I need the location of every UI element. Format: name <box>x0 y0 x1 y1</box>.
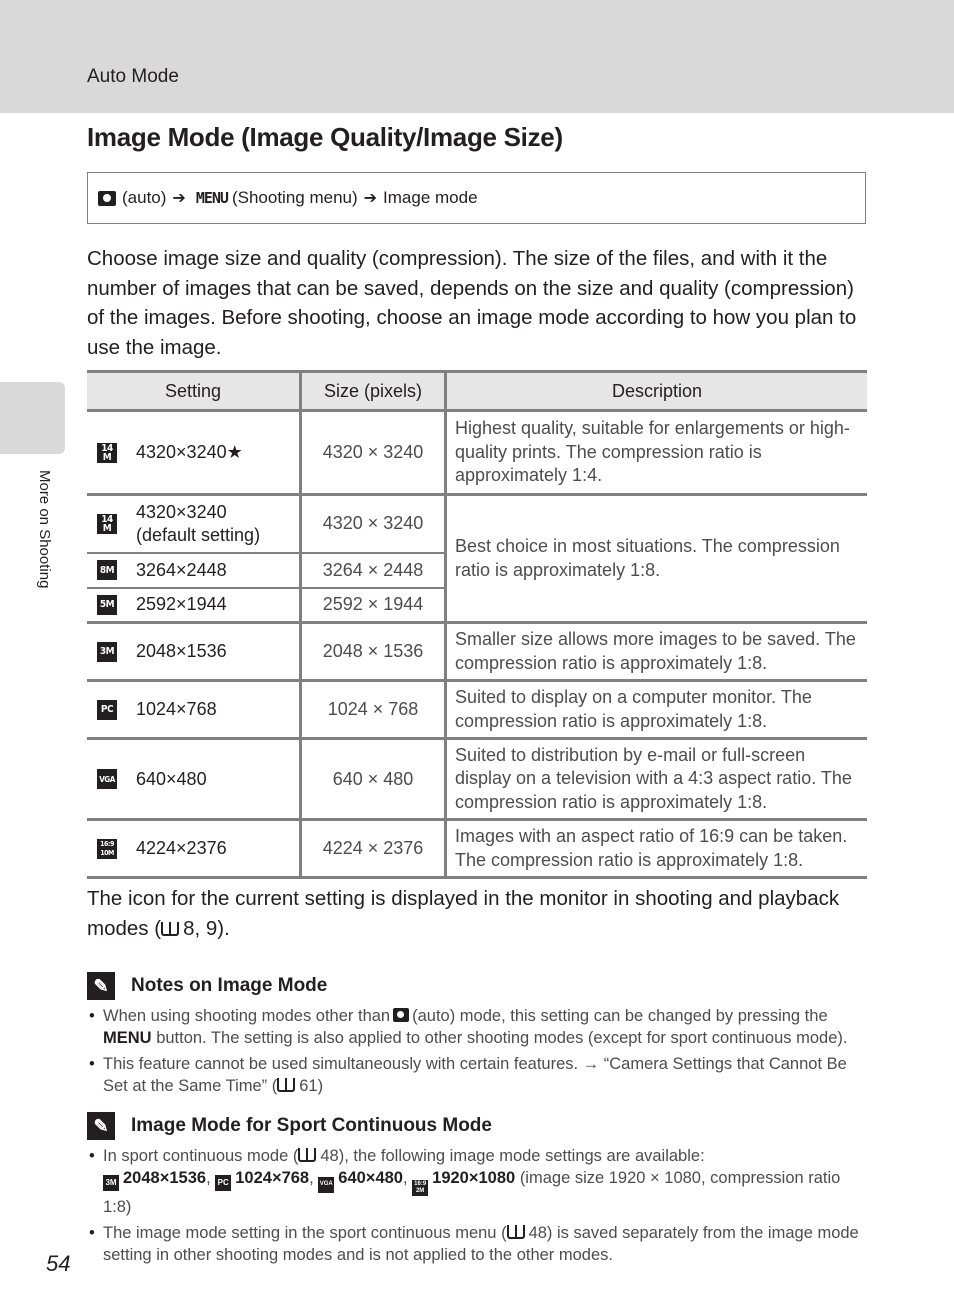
header-band: Auto Mode <box>0 0 954 113</box>
mode-8m-icon: 8M <box>97 560 117 580</box>
pencil-icon: ✎ <box>87 1112 115 1140</box>
size-cell: 1024 × 768 <box>299 680 446 740</box>
menu-path-shooting-menu: (Shooting menu) <box>231 188 358 207</box>
list-item: In sport continuous mode (48), the follo… <box>89 1145 872 1218</box>
list-item: When using shooting modes other than(aut… <box>89 1005 872 1049</box>
pencil-icon: ✎ <box>87 972 115 1000</box>
side-tab <box>0 382 65 454</box>
table-row: 14 M 4320×3240★ 4320 × 3240 Highest qualit… <box>87 410 867 496</box>
menu-button-icon: MENU <box>103 1029 152 1047</box>
mode-3m-icon: 3M <box>97 641 117 662</box>
description-cell: Best choice in most situations. The comp… <box>444 494 867 624</box>
notes-on-image-mode: ✎ Notes on Image Mode When using shooting… <box>87 971 872 1101</box>
setting-label: 640×480 <box>136 768 207 789</box>
camera-icon <box>393 1008 410 1022</box>
description-cell: Images with an aspect ratio of 16:9 can … <box>444 819 867 879</box>
size-cell: 2048 × 1536 <box>299 622 446 682</box>
setting-label: 2592×1944 <box>136 594 227 615</box>
mode-pc-icon: PC <box>215 1174 232 1191</box>
size-cell: 4320 × 3240 <box>299 410 446 496</box>
image-mode-table: Setting Size (pixels) Description 14 M 432… <box>87 370 867 879</box>
list-item: The image mode setting in the sport cont… <box>89 1222 872 1266</box>
menu-path: (auto) ➔ MENU (Shooting menu) ➔ Image mo… <box>87 172 866 224</box>
mode-16x9-10m-icon: 16:9 10M <box>97 838 117 859</box>
header-size: Size (pixels) <box>299 370 446 412</box>
description-cell: Highest quality, suitable for enlargemen… <box>444 410 867 496</box>
header-description: Description <box>444 370 867 412</box>
mode-vga-icon: VGA <box>97 769 117 789</box>
icon-display-note: The icon for the current setting is disp… <box>87 887 840 940</box>
page-reference-link[interactable]: 61) <box>299 1077 323 1095</box>
page-number: 54 <box>46 1251 71 1276</box>
book-reference-icon <box>298 1148 317 1162</box>
book-reference-icon <box>161 922 180 936</box>
note-title: Image Mode for Sport Continuous Mode <box>131 1115 492 1136</box>
setting-label: 1024×768 <box>136 699 217 719</box>
mode-5m-icon: 5M <box>97 594 117 615</box>
mode-3m-icon: 3M <box>103 1174 119 1191</box>
menu-path-auto: (auto) <box>122 188 167 207</box>
camera-icon <box>98 190 116 206</box>
arrow-icon: ➔ <box>363 190 378 207</box>
list-item: This feature cannot be used simultaneous… <box>89 1053 872 1097</box>
setting-label: 3264×2448 <box>136 559 227 580</box>
side-tab-label: More on Shooting <box>36 470 53 589</box>
sport-continuous-note: ✎ Image Mode for Sport Continuous Mode In… <box>87 1111 872 1270</box>
mode-vga-icon: VGA <box>318 1176 335 1193</box>
size-cell: 3264 × 2448 <box>299 552 446 589</box>
arrow-icon: ➔ <box>172 190 186 207</box>
description-cell: Suited to display on a computer monitor.… <box>444 680 867 740</box>
page-reference-link[interactable]: 48), the following image mode settings a… <box>320 1147 704 1165</box>
setting-label: 2048×1536 <box>136 641 227 661</box>
page-title: Image Mode (Image Quality/Image Size) <box>87 122 563 152</box>
book-reference-icon <box>506 1225 525 1239</box>
page-reference-link[interactable]: 8, 9). <box>183 917 230 940</box>
table-row: 14 M 4320×3240 (default setting) 4320 × 324… <box>87 494 867 624</box>
size-cell: 4320 × 3240 <box>299 494 446 554</box>
size-cell: 2592 × 1944 <box>299 587 446 624</box>
mode-pc-icon: PC <box>97 699 117 720</box>
size-cell: 4224 × 2376 <box>299 819 446 879</box>
note-title: Notes on Image Mode <box>131 975 328 996</box>
mode-14m-icon: 14 M <box>97 513 117 534</box>
header-setting: Setting <box>87 370 301 412</box>
setting-label: 4320×3240 (default setting) <box>136 501 261 545</box>
intro-paragraph: Choose image size and quality (compressi… <box>87 247 857 360</box>
table-header-row: Setting Size (pixels) Description <box>87 370 867 412</box>
size-cell: 640 × 480 <box>299 738 446 821</box>
table-row: PC 1024×768 1024 × 768 Suited to display … <box>87 680 867 740</box>
description-cell: Smaller size allows more images to be sa… <box>444 622 867 682</box>
menu-path-image-mode: Image mode <box>383 188 478 207</box>
mode-16x9-2m-icon: 16:9 2M <box>412 1180 429 1196</box>
table-row: 16:9 10M 4224×2376 4224 × 2376 Images with… <box>87 819 867 879</box>
table-row: VGA 640×480 640 × 480 Suited to distribut… <box>87 738 867 821</box>
description-cell: Suited to distribution by e-mail or full… <box>444 738 867 821</box>
setting-label: 4224×2376 <box>136 838 227 858</box>
table-row: 3M 2048×1536 2048 × 1536 Smaller size all… <box>87 622 867 682</box>
menu-button-icon: MENU <box>195 189 229 207</box>
section-title: Auto Mode <box>87 66 179 87</box>
setting-label: 4320×3240★ <box>136 442 243 462</box>
book-reference-icon <box>277 1078 296 1092</box>
mode-14m-fine-icon: 14 M <box>97 442 117 463</box>
